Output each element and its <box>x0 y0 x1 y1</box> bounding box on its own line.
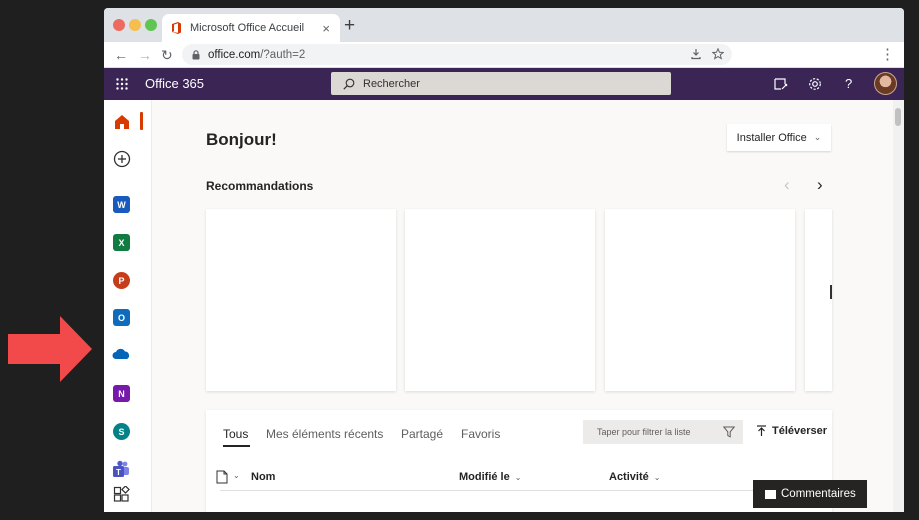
powerpoint-app-icon[interactable]: P <box>113 272 130 289</box>
new-tab-button[interactable]: + <box>344 16 355 35</box>
teams-app-icon[interactable]: T <box>112 460 130 478</box>
scrollbar-thumb[interactable] <box>895 108 901 126</box>
browser-window: Microsoft Office Accueil × + ← → ↻ offic… <box>104 8 904 512</box>
comment-icon <box>765 489 776 499</box>
column-modified-label: Modifié le <box>459 471 510 483</box>
reload-button[interactable]: ↻ <box>161 46 173 64</box>
chevron-down-icon: ⌄ <box>813 132 822 142</box>
brand-label[interactable]: Office 365 <box>145 76 204 91</box>
excel-app-icon[interactable]: X <box>113 234 130 251</box>
column-name[interactable]: Nom <box>251 471 275 483</box>
chevron-down-icon: ⌄ <box>653 472 661 482</box>
feedback-button[interactable]: Commentaires <box>753 480 867 508</box>
page-scrollbar[interactable] <box>893 100 904 512</box>
browser-tab-bar: Microsoft Office Accueil × + <box>104 8 904 42</box>
recommendation-card-partial[interactable] <box>805 209 832 391</box>
upload-arrow-icon <box>757 425 766 436</box>
card-text-cursor <box>830 285 832 299</box>
files-panel: Tous Mes éléments récents Partagé Favori… <box>206 410 832 512</box>
address-bar-row: ← → ↻ office.com/?auth=2 ⋮ <box>104 42 904 68</box>
recommendations-heading: Recommandations <box>206 179 314 193</box>
upload-label: Téléverser <box>772 425 828 437</box>
sharepoint-app-icon[interactable]: S <box>113 423 130 440</box>
back-button[interactable]: ← <box>114 46 128 64</box>
url-text: office.com/?auth=2 <box>208 49 305 61</box>
all-apps-icon[interactable] <box>113 486 131 504</box>
home-active-indicator <box>140 112 143 130</box>
svg-text:T: T <box>116 468 121 477</box>
filter-list-input[interactable]: Taper pour filtrer la liste <box>583 420 743 444</box>
minimize-window-button[interactable] <box>129 19 141 31</box>
recommendation-card[interactable] <box>405 209 595 391</box>
office-favicon-icon <box>172 22 181 34</box>
url-path: /?auth=2 <box>260 48 306 61</box>
app-rail: W X P O N S T <box>104 100 152 512</box>
tab-favorites[interactable]: Favoris <box>461 427 500 441</box>
search-box[interactable]: Rechercher <box>331 72 671 95</box>
recommendations-next-icon[interactable]: › <box>817 176 823 193</box>
create-plus-icon[interactable] <box>113 150 131 168</box>
upload-button[interactable]: Téléverser <box>756 425 827 437</box>
onedrive-app-icon[interactable] <box>112 348 131 360</box>
url-host: office.com <box>208 48 261 61</box>
column-activity[interactable]: Activité ⌄ <box>609 471 660 483</box>
home-icon[interactable] <box>113 113 131 131</box>
filter-funnel-icon[interactable] <box>723 426 735 438</box>
app-launcher-icon[interactable] <box>116 78 128 90</box>
recommendation-card[interactable] <box>206 209 396 391</box>
user-avatar[interactable] <box>874 72 897 95</box>
tab-recent[interactable]: Mes éléments récents <box>266 427 383 441</box>
feedback-label: Commentaires <box>781 488 856 500</box>
chevron-down-icon: ⌄ <box>514 472 522 482</box>
settings-gear-icon[interactable] <box>807 76 823 92</box>
search-placeholder: Rechercher <box>363 77 420 90</box>
help-icon[interactable]: ? <box>845 76 861 92</box>
url-field[interactable]: office.com/?auth=2 <box>182 44 732 65</box>
install-app-icon[interactable] <box>690 48 702 60</box>
install-office-button[interactable]: Installer Office ⌄ <box>727 124 831 151</box>
column-modified[interactable]: Modifié le ⌄ <box>459 471 521 483</box>
install-office-label: Installer Office <box>736 131 807 144</box>
outlook-app-icon[interactable]: O <box>113 309 130 326</box>
lock-icon <box>192 49 200 59</box>
forward-button[interactable]: → <box>138 46 152 64</box>
header-divider <box>220 490 820 491</box>
maximize-window-button[interactable] <box>145 19 157 31</box>
active-tab-underline <box>223 445 250 447</box>
close-window-button[interactable] <box>113 19 125 31</box>
office-header: Office 365 Rechercher ? <box>104 68 904 100</box>
main-content: Bonjour! Installer Office ⌄ Recommandati… <box>152 100 892 512</box>
pointer-arrow-icon <box>8 316 92 382</box>
word-app-icon[interactable]: W <box>113 196 130 213</box>
tab-shared[interactable]: Partagé <box>401 427 443 441</box>
browser-menu-icon[interactable]: ⋮ <box>880 46 895 64</box>
filter-placeholder: Taper pour filtrer la liste <box>597 427 691 437</box>
column-activity-label: Activité <box>609 471 649 483</box>
onenote-app-icon[interactable]: N <box>113 385 130 402</box>
recommendations-prev-icon[interactable]: ‹ <box>784 176 790 193</box>
column-name-label: Nom <box>251 471 276 483</box>
bookmark-star-icon[interactable] <box>712 48 724 60</box>
tab-title: Microsoft Office Accueil <box>190 22 305 34</box>
search-icon <box>343 78 355 90</box>
whiteboard-feedback-icon[interactable] <box>773 76 789 92</box>
recommendation-card[interactable] <box>605 209 795 391</box>
close-tab-icon[interactable]: × <box>322 21 330 36</box>
page-title: Bonjour! <box>206 130 277 149</box>
tab-all[interactable]: Tous <box>223 427 248 441</box>
file-type-icon <box>216 470 228 484</box>
file-type-chevron-icon[interactable]: ⌄ <box>233 471 240 480</box>
browser-tab-office[interactable]: Microsoft Office Accueil × <box>162 14 340 42</box>
